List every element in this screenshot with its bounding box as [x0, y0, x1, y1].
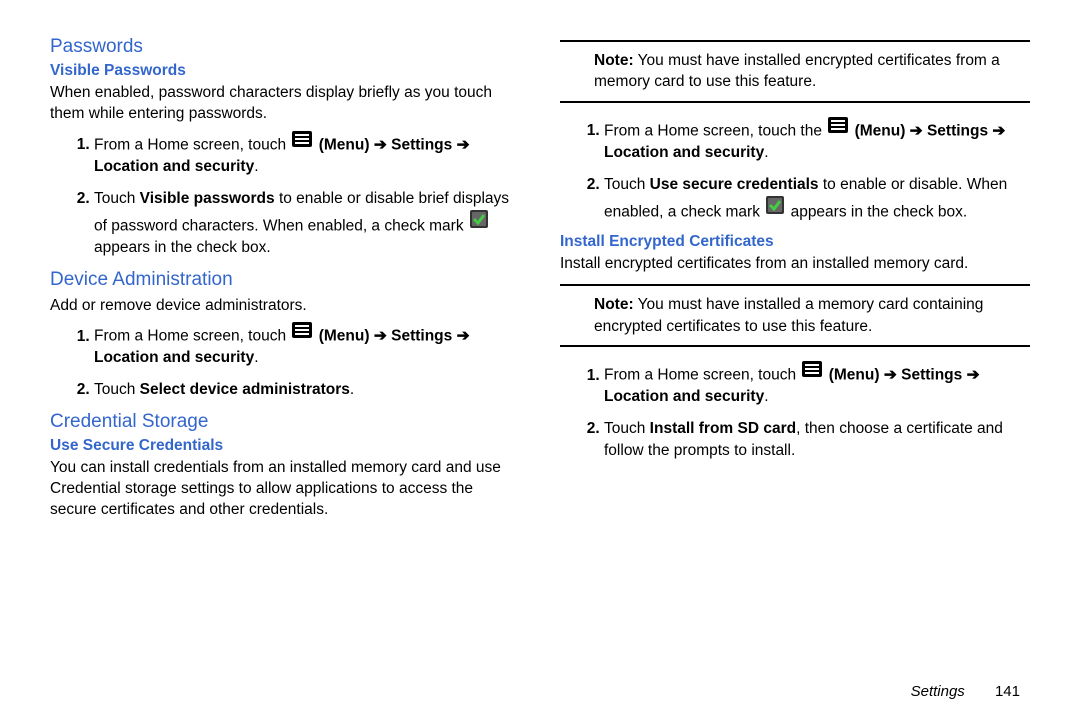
note-text: Note: You must have installed encrypted …	[594, 50, 1026, 93]
list-item: From a Home screen, touch the (Menu) ➔ S…	[604, 117, 1030, 164]
device-admin-heading: Device Administration	[50, 269, 520, 291]
device-admin-steps: From a Home screen, touch (Menu) ➔ Setti…	[50, 322, 520, 401]
ui-label: Use secure credentials	[650, 176, 819, 193]
note-label: Note:	[594, 296, 634, 313]
two-column-layout: Passwords Visible Passwords When enabled…	[50, 30, 1030, 527]
footer-section: Settings	[911, 683, 965, 700]
menu-icon	[828, 117, 848, 140]
ui-label: Install from SD card	[650, 420, 796, 437]
step-text: Touch	[604, 176, 650, 193]
step-text: .	[254, 349, 258, 366]
step-text: From a Home screen, touch the	[604, 122, 826, 139]
secure-credentials-steps: From a Home screen, touch the (Menu) ➔ S…	[560, 117, 1030, 223]
note-text: Note: You must have installed a memory c…	[594, 294, 1026, 337]
list-item: Touch Use secure credentials to enable o…	[604, 174, 1030, 223]
visible-passwords-subheading: Visible Passwords	[50, 62, 520, 80]
list-item: Touch Select device administrators.	[94, 379, 520, 401]
use-secure-credentials-subheading: Use Secure Credentials	[50, 437, 520, 455]
step-text: .	[764, 144, 768, 161]
menu-icon	[802, 361, 822, 384]
note-body: You must have installed encrypted certif…	[594, 52, 1000, 90]
step-text: appears in the check box.	[786, 203, 967, 220]
use-secure-credentials-desc: You can install credentials from an inst…	[50, 457, 520, 521]
install-encrypted-subheading: Install Encrypted Certificates	[560, 233, 1030, 251]
credential-storage-heading: Credential Storage	[50, 411, 520, 433]
install-encrypted-desc: Install encrypted certificates from an i…	[560, 253, 1030, 274]
step-text: .	[764, 388, 768, 405]
list-item: From a Home screen, touch (Menu) ➔ Setti…	[94, 131, 520, 178]
menu-icon	[292, 322, 312, 345]
list-item: From a Home screen, touch (Menu) ➔ Setti…	[94, 322, 520, 369]
visible-passwords-steps: From a Home screen, touch (Menu) ➔ Setti…	[50, 131, 520, 259]
note-label: Note:	[594, 52, 634, 69]
right-column: Note: You must have installed encrypted …	[560, 30, 1030, 527]
step-text: From a Home screen, touch	[94, 136, 290, 153]
ui-label: Select device administrators	[140, 381, 350, 398]
visible-passwords-desc: When enabled, password characters displa…	[50, 82, 520, 125]
step-text: .	[254, 158, 258, 175]
device-admin-desc: Add or remove device administrators.	[50, 295, 520, 316]
note-body: You must have installed a memory card co…	[594, 296, 983, 334]
ui-label: Visible passwords	[140, 190, 275, 207]
step-text: From a Home screen, touch	[604, 367, 800, 384]
list-item: Touch Visible passwords to enable or dis…	[94, 188, 520, 259]
page-footer: Settings 141	[911, 683, 1020, 700]
note-box: Note: You must have installed encrypted …	[560, 40, 1030, 103]
list-item: From a Home screen, touch (Menu) ➔ Setti…	[604, 361, 1030, 408]
step-text: Touch	[94, 190, 140, 207]
left-column: Passwords Visible Passwords When enabled…	[50, 30, 520, 527]
step-text: Touch	[604, 420, 650, 437]
step-text: .	[350, 381, 354, 398]
checkmark-icon	[470, 210, 488, 235]
list-item: Touch Install from SD card, then choose …	[604, 418, 1030, 461]
checkmark-icon	[766, 196, 784, 221]
passwords-heading: Passwords	[50, 36, 520, 58]
step-text: From a Home screen, touch	[94, 328, 290, 345]
step-text: appears in the check box.	[94, 239, 271, 256]
install-encrypted-steps: From a Home screen, touch (Menu) ➔ Setti…	[560, 361, 1030, 461]
note-box: Note: You must have installed a memory c…	[560, 284, 1030, 347]
menu-icon	[292, 131, 312, 154]
step-text: Touch	[94, 381, 140, 398]
page-number: 141	[995, 683, 1020, 700]
